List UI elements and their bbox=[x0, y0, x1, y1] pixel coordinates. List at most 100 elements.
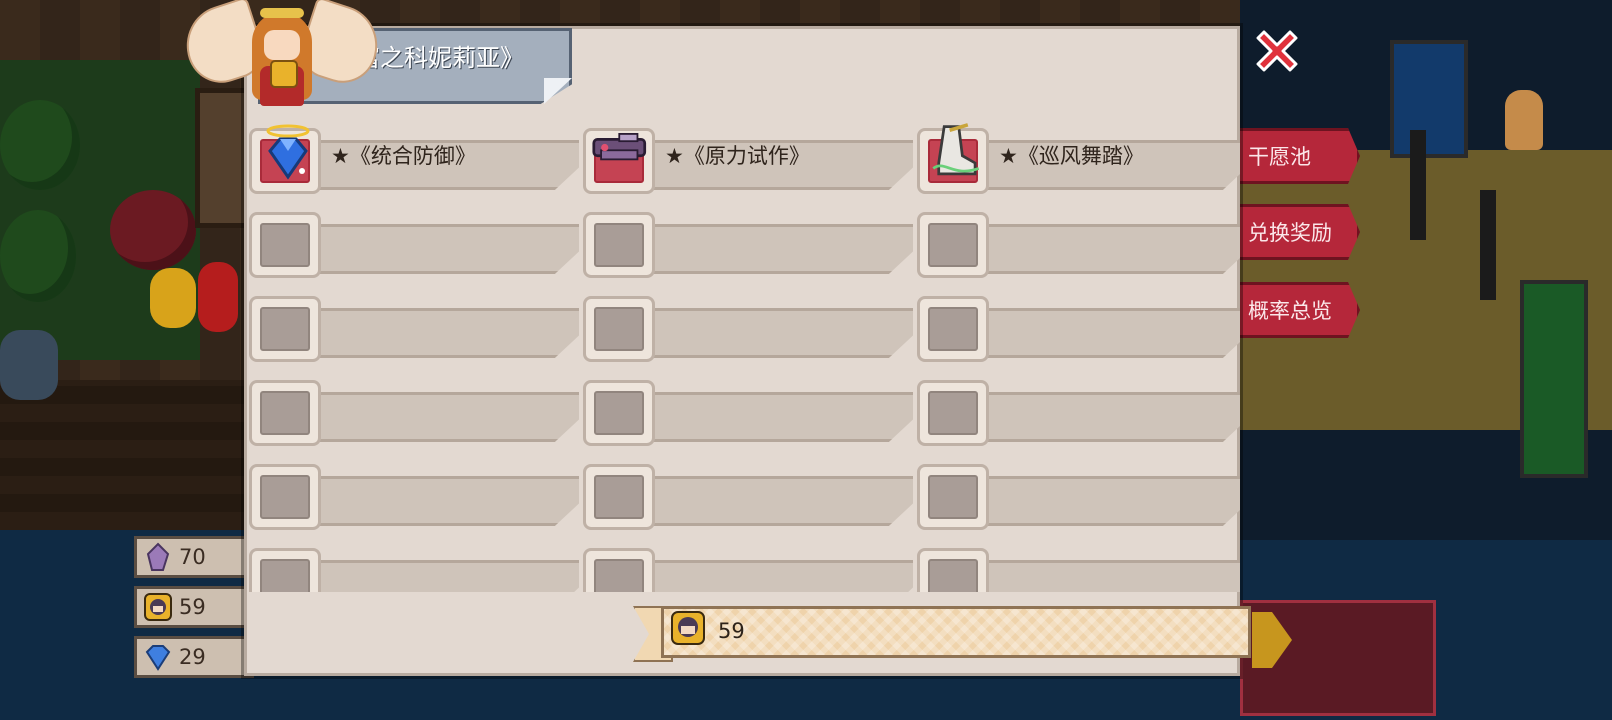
reward-icon-slot[interactable] bbox=[917, 212, 989, 278]
grass-tile bbox=[1520, 280, 1588, 478]
reward-icon-slot[interactable] bbox=[583, 380, 655, 446]
plasma-gun-icon bbox=[592, 123, 652, 189]
empty-reward-slot[interactable] bbox=[917, 372, 1240, 450]
daruma-sprite bbox=[198, 262, 238, 332]
npc-sprite bbox=[1505, 90, 1543, 150]
tree-sprite bbox=[0, 210, 76, 302]
reward-icon-slot[interactable] bbox=[917, 464, 989, 530]
reward-label-strip bbox=[277, 392, 579, 442]
slot-frame bbox=[594, 559, 644, 592]
slot-frame bbox=[260, 307, 310, 351]
empty-reward-slot[interactable] bbox=[583, 372, 913, 450]
currency-token: 59 bbox=[134, 586, 254, 628]
slot-frame bbox=[928, 223, 978, 267]
dialog-title: 富之科妮莉亚》 bbox=[356, 44, 524, 72]
red-tree-sprite bbox=[110, 190, 196, 270]
blue-gem-halo-icon bbox=[258, 123, 318, 189]
reward-icon-slot[interactable] bbox=[583, 548, 655, 592]
reward-item[interactable]: ★《统合防御》 bbox=[249, 120, 579, 198]
token-count: 59 bbox=[718, 619, 745, 643]
reward-icon-slot[interactable] bbox=[249, 296, 321, 362]
currency-crystal: 70 bbox=[134, 536, 254, 578]
reward-label-strip bbox=[945, 392, 1240, 442]
reward-icon-slot[interactable] bbox=[583, 296, 655, 362]
reward-icon-slot[interactable] bbox=[583, 464, 655, 530]
side-menu-label: 概率总览 bbox=[1248, 299, 1332, 323]
slot-frame bbox=[260, 559, 310, 592]
reward-icon-slot[interactable] bbox=[917, 123, 989, 194]
slot-frame bbox=[260, 391, 310, 435]
empty-reward-slot[interactable] bbox=[583, 456, 913, 534]
slot-frame bbox=[594, 223, 644, 267]
reward-label-strip bbox=[611, 476, 913, 526]
reward-item[interactable]: ★《原力试作》 bbox=[583, 120, 913, 198]
slot-frame bbox=[594, 391, 644, 435]
reward-label-strip bbox=[611, 224, 913, 274]
token-count-ribbon bbox=[661, 606, 1251, 658]
slot-frame bbox=[260, 223, 310, 267]
side-menu-wish-pool[interactable]: 干愿池 bbox=[1240, 128, 1360, 184]
currency-value: 70 bbox=[179, 545, 206, 569]
tree-sprite bbox=[0, 100, 80, 190]
reward-label-strip bbox=[945, 476, 1240, 526]
side-menu-label: 干愿池 bbox=[1248, 145, 1311, 169]
empty-reward-slot[interactable] bbox=[249, 540, 579, 592]
blue-gem-icon bbox=[145, 645, 171, 671]
hero-face bbox=[264, 30, 300, 60]
reward-name: ★《原力试作》 bbox=[665, 144, 810, 168]
slot-frame bbox=[928, 475, 978, 519]
reward-item[interactable]: ★《巡风舞踏》 bbox=[917, 120, 1240, 198]
reward-label-strip bbox=[611, 392, 913, 442]
daruma-sprite bbox=[150, 268, 196, 328]
reward-icon-slot[interactable] bbox=[249, 380, 321, 446]
empty-reward-slot[interactable] bbox=[917, 288, 1240, 366]
reward-icon-slot[interactable] bbox=[917, 548, 989, 592]
currency-gem: 29 bbox=[134, 636, 254, 678]
reward-label-strip bbox=[611, 308, 913, 358]
reward-name: ★《统合防御》 bbox=[331, 144, 476, 168]
reward-icon-slot[interactable] bbox=[583, 128, 655, 194]
angel-hero-portrait bbox=[176, 0, 388, 110]
gold-ingot-icon bbox=[270, 60, 298, 88]
empty-reward-slot[interactable] bbox=[917, 204, 1240, 282]
empty-reward-slot[interactable] bbox=[249, 372, 579, 450]
slot-frame bbox=[928, 391, 978, 435]
empty-reward-slot[interactable] bbox=[249, 456, 579, 534]
currency-value: 59 bbox=[179, 595, 206, 619]
reward-icon-slot[interactable] bbox=[917, 296, 989, 362]
reward-grid: ★《统合防御》 ★《原力试作》 ★《巡风舞踏》 bbox=[249, 120, 1240, 592]
empty-reward-slot[interactable] bbox=[249, 204, 579, 282]
reward-icon-slot[interactable] bbox=[917, 380, 989, 446]
close-button[interactable] bbox=[1248, 22, 1306, 80]
reward-label-strip bbox=[945, 560, 1240, 592]
currency-value: 29 bbox=[179, 645, 206, 669]
empty-reward-slot[interactable] bbox=[583, 204, 913, 282]
reward-label-strip bbox=[611, 560, 913, 592]
reward-icon-slot[interactable] bbox=[249, 124, 321, 194]
character-token-icon bbox=[144, 593, 172, 621]
close-x-icon bbox=[1256, 30, 1298, 72]
empty-reward-slot[interactable] bbox=[583, 540, 913, 592]
purple-crystal-icon bbox=[146, 542, 170, 571]
empty-reward-slot[interactable] bbox=[249, 288, 579, 366]
reward-label-strip bbox=[277, 560, 579, 592]
empty-reward-slot[interactable] bbox=[917, 540, 1240, 592]
reward-label-strip bbox=[277, 224, 579, 274]
monster-sprite bbox=[0, 330, 58, 400]
reward-icon-slot[interactable] bbox=[249, 464, 321, 530]
pool-tile bbox=[1390, 40, 1468, 158]
empty-reward-slot[interactable] bbox=[917, 456, 1240, 534]
reward-icon-slot[interactable] bbox=[583, 212, 655, 278]
reward-icon-slot[interactable] bbox=[249, 212, 321, 278]
side-menu-probability[interactable]: 概率总览 bbox=[1240, 282, 1360, 338]
empty-reward-slot[interactable] bbox=[583, 288, 913, 366]
slot-frame bbox=[594, 307, 644, 351]
reward-label-strip bbox=[277, 476, 579, 526]
slot-frame bbox=[928, 307, 978, 351]
slot-frame bbox=[594, 475, 644, 519]
slot-frame bbox=[928, 559, 978, 592]
reward-icon-slot[interactable] bbox=[249, 548, 321, 592]
wind-boots-icon bbox=[926, 123, 986, 189]
side-menu-redeem[interactable]: 兑换奖励 bbox=[1240, 204, 1360, 260]
slot-frame bbox=[260, 475, 310, 519]
